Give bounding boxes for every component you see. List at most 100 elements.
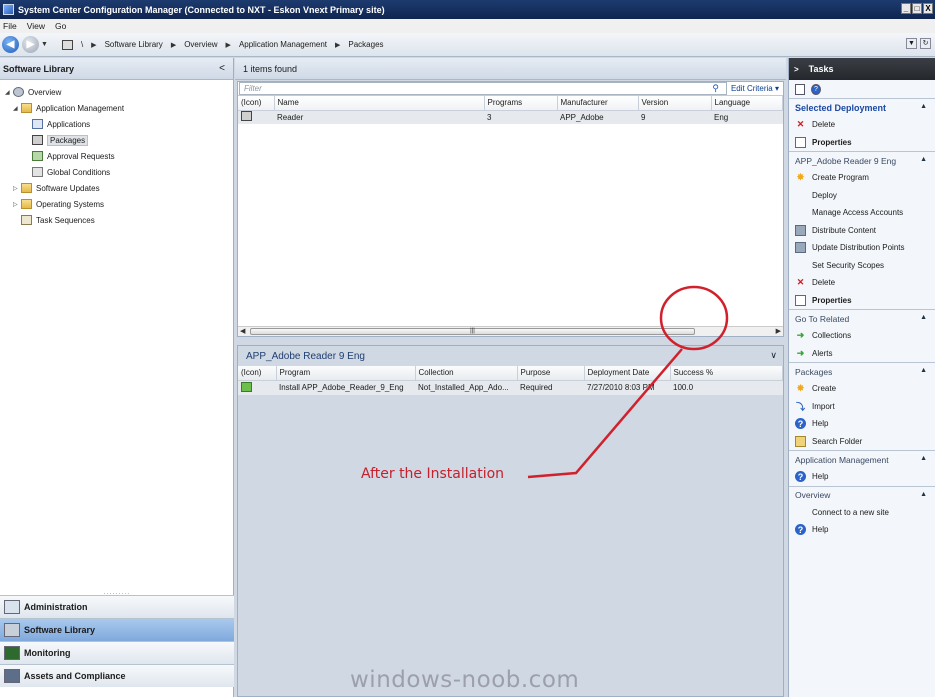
workspace-administration[interactable]: Administration [0,595,234,618]
task-create[interactable]: ✸ Create [789,380,935,398]
tree-item-overview[interactable]: ◢ Overview [5,85,61,99]
tree-item-software-updates[interactable]: ▷ Software Updates [13,181,100,195]
collapse-icon[interactable]: ▲ [920,156,927,163]
task-import[interactable]: ⤵ Import [789,398,935,416]
task-distribute-content[interactable]: Distribute Content [789,222,935,240]
properties-icon[interactable] [795,83,805,95]
column-header-version[interactable]: Version [638,96,712,111]
breadcrumb-overview[interactable]: Overview [184,40,217,49]
column-header-purpose[interactable]: Purpose [517,366,585,381]
create-icon: ✸ [796,383,805,394]
column-header-collection[interactable]: Collection [415,366,518,381]
task-package-properties[interactable]: Properties [789,292,935,310]
task-delete-package[interactable]: ✕ Delete [789,274,935,292]
breadcrumb-application-management[interactable]: Application Management [239,40,327,49]
details-title: APP_Adobe Reader 9 Eng ∨ [238,346,783,366]
workspace-label: Software Library [24,625,96,635]
tree-item-applications[interactable]: Applications [24,117,90,131]
breadcrumb-root[interactable]: \ [81,40,83,49]
maximize-button[interactable]: □ [912,3,922,14]
task-alerts[interactable]: ➜ Alerts [789,345,935,363]
collapse-icon[interactable]: ▲ [920,367,927,374]
column-header-programs[interactable]: Programs [484,96,558,111]
expand-right-icon[interactable]: > [794,65,799,74]
help-icon[interactable]: ? [811,83,821,95]
column-header-deployment-date[interactable]: Deployment Date [584,366,671,381]
column-header-icon[interactable]: (Icon) [238,366,277,381]
tree-item-approval-requests[interactable]: Approval Requests [24,149,115,163]
menu-go[interactable]: Go [55,21,66,31]
column-header-success[interactable]: Success % [670,366,783,381]
tree-item-application-management[interactable]: ◢ Application Management [13,101,124,115]
section-header[interactable]: Overview ▲ [789,487,935,504]
forward-button[interactable]: ▶ [22,36,39,53]
section-header[interactable]: Selected Deployment ▲ [789,99,935,116]
task-deploy[interactable]: Deploy [789,187,935,205]
table-row[interactable]: Install APP_Adobe_Reader_9_Eng Not_Insta… [238,380,783,395]
collapse-icon[interactable]: ▲ [920,491,927,498]
expand-toggle-icon[interactable]: ◢ [5,89,13,96]
close-button[interactable]: X [923,3,933,14]
workspace-software-library[interactable]: Software Library [0,618,234,641]
expand-toggle-icon[interactable]: ▷ [13,185,21,192]
search-icon[interactable]: ⚲ [712,83,719,94]
minimize-button[interactable]: _ [901,3,911,14]
workspace-assets-and-compliance[interactable]: Assets and Compliance [0,664,234,687]
navigation-title: Software Library [3,63,75,74]
menu-view[interactable]: View [27,21,45,31]
tree-item-task-sequences[interactable]: Task Sequences [13,213,95,227]
refresh-icon[interactable]: ↻ [920,38,931,49]
task-properties[interactable]: Properties [789,134,935,152]
column-header-program[interactable]: Program [276,366,416,381]
task-help-overview[interactable]: ? Help [789,521,935,539]
address-dropdown-icon[interactable]: ▼ [906,38,917,49]
task-set-security-scopes[interactable]: Set Security Scopes [789,257,935,275]
tree-item-packages[interactable]: Packages [24,133,89,147]
table-row[interactable]: Reader 3 APP_Adobe 9 Eng [238,110,783,124]
menu-bar: File View Go [0,19,935,33]
column-header-manufacturer[interactable]: Manufacturer [557,96,639,111]
table-header-row: (Icon) Program Collection Purpose Deploy… [238,366,783,381]
history-dropdown-icon[interactable]: ▼ [41,41,48,48]
menu-file[interactable]: File [3,21,17,31]
section-header[interactable]: APP_Adobe Reader 9 Eng ▲ [789,152,935,169]
column-header-icon[interactable]: (Icon) [238,96,275,111]
horizontal-scrollbar[interactable]: ◀ ||| ▶ [238,326,783,336]
filter-input[interactable]: Filter [239,82,727,95]
section-header[interactable]: Go To Related ▲ [789,310,935,327]
task-delete[interactable]: ✕ Delete [789,116,935,134]
expand-toggle-icon[interactable]: ▷ [13,201,21,208]
scroll-right-icon[interactable]: ▶ [776,327,781,335]
breadcrumb-packages[interactable]: Packages [348,40,383,49]
chevron-down-icon[interactable]: ∨ [770,350,777,361]
section-header[interactable]: Application Management ▲ [789,451,935,468]
task-help[interactable]: ? Help [789,415,935,433]
task-connect-new-site[interactable]: Connect to a new site [789,504,935,522]
expand-toggle-icon[interactable]: ◢ [13,105,21,112]
task-update-distribution-points[interactable]: Update Distribution Points [789,239,935,257]
back-button[interactable]: ◀ [2,36,19,53]
tree-item-global-conditions[interactable]: Global Conditions [24,165,110,179]
collapse-icon[interactable]: ▲ [920,103,927,110]
task-create-program[interactable]: ✸ Create Program [789,169,935,187]
edit-criteria-label: Edit Criteria [730,84,773,93]
task-collections[interactable]: ➜ Collections [789,327,935,345]
assets-icon [4,669,20,683]
collapse-pane-icon[interactable]: < [219,63,225,74]
scroll-left-icon[interactable]: ◀ [240,327,245,335]
column-header-name[interactable]: Name [274,96,485,111]
task-manage-access-accounts[interactable]: Manage Access Accounts [789,204,935,222]
edit-criteria-button[interactable]: Edit Criteria ▾ [727,84,783,93]
scrollbar-thumb[interactable]: ||| [250,328,695,335]
breadcrumb-software-library[interactable]: Software Library [105,40,163,49]
collapse-icon[interactable]: ▲ [920,455,927,462]
task-help-app-mgmt[interactable]: ? Help [789,468,935,486]
column-header-language[interactable]: Language [711,96,783,111]
task-search-folder[interactable]: Search Folder [789,433,935,451]
workspace-monitoring[interactable]: Monitoring [0,641,234,664]
console-root-icon[interactable] [61,39,73,50]
deployment-icon [241,381,252,392]
collapse-icon[interactable]: ▲ [920,314,927,321]
section-header[interactable]: Packages ▲ [789,363,935,380]
tree-item-operating-systems[interactable]: ▷ Operating Systems [13,197,104,211]
